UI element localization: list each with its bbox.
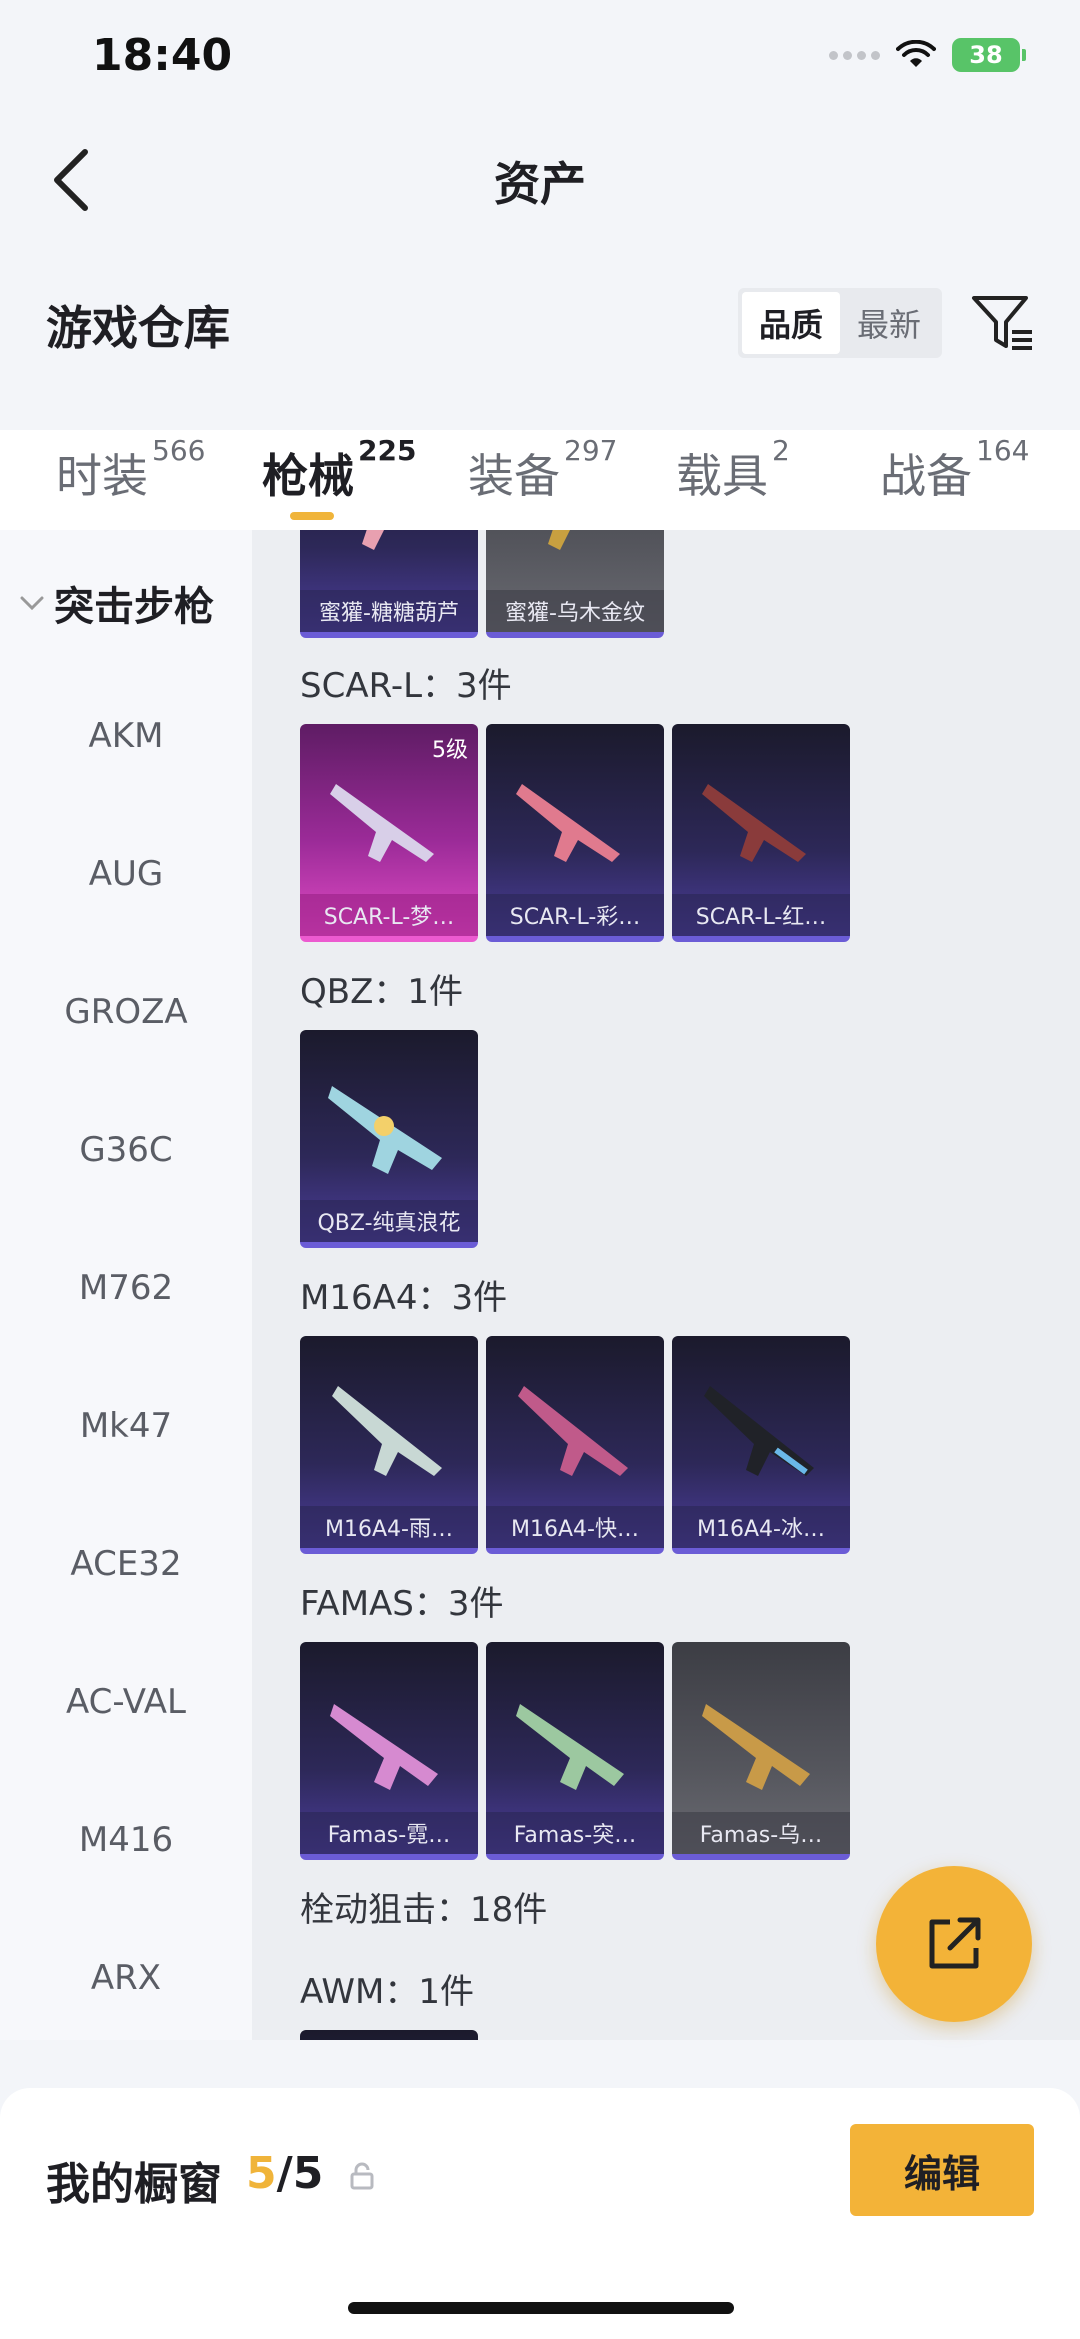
weapon-card-label: Famas-乌… — [672, 1812, 850, 1854]
tab-firearms[interactable]: 枪械 225 — [262, 434, 416, 506]
wifi-icon — [896, 40, 936, 67]
group-title-bolt-sniper: 栓动狙击：18件 — [300, 1890, 548, 1930]
rifle-icon — [328, 1086, 442, 1174]
group-title-famas: FAMAS：3件 — [300, 1584, 504, 1624]
group-title-qbz: QBZ：1件 — [300, 972, 464, 1012]
weapon-card[interactable]: M16A4-冰… — [672, 1336, 850, 1554]
nav-header: 资产 — [0, 130, 1080, 230]
weapon-card[interactable]: M16A4-快… — [486, 1336, 664, 1554]
showcase-count: 5/5 — [246, 2148, 324, 2199]
showcase-bar: 我的橱窗 5/5 编辑 — [0, 2088, 1080, 2339]
rifle-icon — [518, 1386, 628, 1476]
sidebar-category-label: 突击步枪 — [54, 584, 214, 630]
rifle-icon — [516, 784, 620, 862]
weapon-card[interactable]: QBZ-纯真浪花 — [300, 1030, 478, 1248]
weapon-card[interactable] — [300, 2030, 478, 2040]
status-time: 18:40 — [92, 30, 233, 81]
status-bar: 18:40 38 — [0, 0, 1080, 118]
sidebar-item-g36c[interactable]: G36C — [0, 1130, 252, 1170]
sidebar-item-m416[interactable]: M416 — [0, 1820, 252, 1860]
rifle-icon — [330, 784, 434, 862]
weapon-card[interactable]: 5级 SCAR-L-梦… — [300, 724, 478, 942]
group-title-awm: AWM：1件 — [300, 1972, 474, 2012]
sort-toggle: 品质 最新 — [738, 288, 942, 358]
weapon-card[interactable]: Famas-霓… — [300, 1642, 478, 1860]
tab-readiness[interactable]: 战备 164 — [880, 434, 1029, 506]
sidebar-item-ac-val[interactable]: AC-VAL — [0, 1682, 252, 1722]
weapon-card[interactable]: 蜜獾-糖糖葫芦 — [300, 530, 478, 638]
edit-button[interactable]: 编辑 — [850, 2124, 1034, 2216]
weapon-card-label: QBZ-纯真浪花 — [300, 1200, 478, 1242]
sidebar-item-akm[interactable]: AKM — [0, 716, 252, 756]
sidebar-item-groza[interactable]: GROZA — [0, 992, 252, 1032]
weapon-card[interactable]: M16A4-雨… — [300, 1336, 478, 1554]
weapon-card[interactable]: Famas-突… — [486, 1642, 664, 1860]
section-title: 游戏仓库 — [46, 301, 230, 355]
signal-icon — [829, 50, 880, 60]
weapon-card-label: SCAR-L-彩… — [486, 894, 664, 936]
sidebar-item-ace32[interactable]: ACE32 — [0, 1544, 252, 1584]
weapon-card[interactable]: SCAR-L-彩… — [486, 724, 664, 942]
chevron-down-icon — [20, 596, 44, 611]
rifle-icon — [704, 1386, 814, 1476]
weapon-card[interactable]: SCAR-L-红… — [672, 724, 850, 942]
share-button[interactable] — [876, 1866, 1032, 2022]
sort-latest-button[interactable]: 最新 — [840, 292, 938, 354]
weapon-card-label: Famas-霓… — [300, 1812, 478, 1854]
weapon-grid: 蜜獾-糖糖葫芦 蜜獾-乌木金纹 SCAR-L：3件 5级 SCAR-L-梦… S… — [252, 530, 1080, 2040]
rifle-icon — [702, 784, 806, 862]
showcase-label: 我的橱窗 — [46, 2159, 222, 2210]
weapon-card-label: 蜜獾-糖糖葫芦 — [300, 590, 478, 632]
weapon-card-label: M16A4-快… — [486, 1506, 664, 1548]
weapon-card-label: SCAR-L-梦… — [300, 894, 478, 936]
weapon-card-label: M16A4-冰… — [672, 1506, 850, 1548]
status-icons: 38 — [829, 38, 1026, 72]
tab-vehicles[interactable]: 载具 2 — [676, 434, 790, 506]
tab-fashion[interactable]: 时装 566 — [56, 434, 205, 506]
active-tab-indicator — [290, 512, 334, 520]
sidebar-item-arx[interactable]: ARX — [0, 1958, 252, 1998]
category-tabs: 时装 566 枪械 225 装备 297 载具 2 战备 164 — [0, 430, 1080, 530]
rifle-icon — [332, 1386, 442, 1476]
sidebar-category[interactable]: 突击步枪 — [20, 574, 214, 632]
tab-equipment[interactable]: 装备 297 — [468, 434, 617, 506]
page-title: 资产 — [494, 157, 586, 211]
sidebar-item-m762[interactable]: M762 — [0, 1268, 252, 1308]
rifle-icon — [330, 1704, 438, 1790]
weapon-sidebar: 突击步枪 AKM AUG GROZA G36C M762 Mk47 ACE32 … — [0, 530, 252, 2040]
lock-icon — [350, 2162, 374, 2190]
rifle-icon — [702, 1704, 810, 1790]
filter-icon — [972, 296, 1032, 350]
group-title-m16a4: M16A4：3件 — [300, 1278, 508, 1318]
weapon-card[interactable]: Famas-乌… — [672, 1642, 850, 1860]
filter-button[interactable] — [966, 288, 1038, 360]
sidebar-item-mk47[interactable]: Mk47 — [0, 1406, 252, 1446]
home-indicator — [348, 2302, 734, 2314]
rifle-icon — [516, 1704, 624, 1790]
sidebar-item-aug[interactable]: AUG — [0, 854, 252, 894]
rifle-icon — [362, 530, 384, 550]
battery-icon: 38 — [952, 38, 1026, 72]
group-title-scar-l: SCAR-L：3件 — [300, 666, 512, 706]
sort-quality-button[interactable]: 品质 — [742, 292, 840, 354]
weapon-card-label: 蜜獾-乌木金纹 — [486, 590, 664, 632]
share-icon — [929, 1917, 981, 1969]
weapon-card-label: Famas-突… — [486, 1812, 664, 1854]
weapon-card-label: SCAR-L-红… — [672, 894, 850, 936]
weapon-card[interactable]: 蜜獾-乌木金纹 — [486, 530, 664, 638]
rifle-icon — [548, 530, 570, 550]
weapon-card-label: M16A4-雨… — [300, 1506, 478, 1548]
